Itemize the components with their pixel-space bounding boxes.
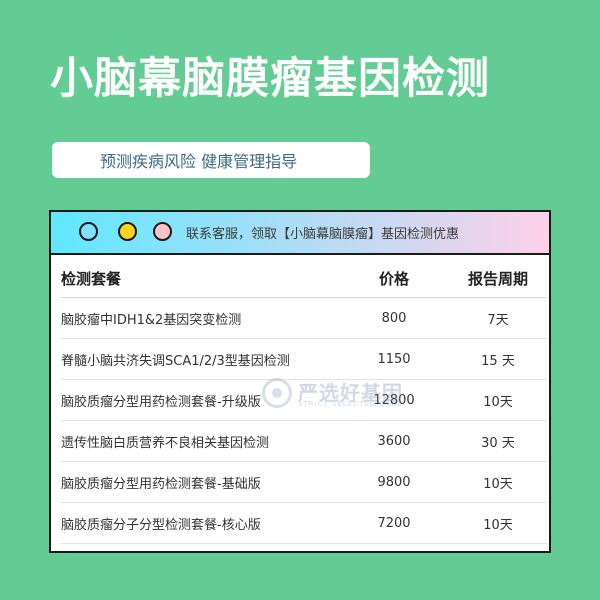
package-period: 15 天 <box>481 353 515 369</box>
package-period: 10天 <box>483 476 513 492</box>
package-name: 脑胶质瘤分型用药检测套餐-升级版 <box>61 394 261 410</box>
package-price: 1150 <box>377 351 411 367</box>
package-period: 10天 <box>483 517 513 533</box>
header-package: 检测套餐 <box>61 269 122 288</box>
subtitle-text: 预测疾病风险 健康管理指导 <box>100 152 298 171</box>
header-period: 报告周期 <box>467 269 528 288</box>
table-row: 遗传性脑白质营养不良相关基因检测 3600 30 天 <box>61 421 547 462</box>
table-row: 脑胶瘤中IDH1&2基因突变检测 800 7天 <box>61 298 547 339</box>
package-price: 3600 <box>377 433 411 449</box>
window-dot-pink-icon <box>153 222 172 241</box>
package-price: 9800 <box>377 474 411 490</box>
header-price: 价格 <box>378 269 409 288</box>
table-row: 脑胶质瘤分型用药检测套餐-升级版 12800 10天 <box>61 380 547 421</box>
package-price: 7200 <box>377 515 411 531</box>
package-price: 12800 <box>373 392 415 408</box>
package-period: 10天 <box>483 394 513 410</box>
page-title: 小脑幕脑膜瘤基因检测 <box>50 54 490 104</box>
package-period: 30 天 <box>481 435 515 451</box>
subtitle-pill: 预测疾病风险 健康管理指导 <box>52 142 370 178</box>
package-name: 遗传性脑白质营养不良相关基因检测 <box>61 435 270 451</box>
package-name: 脑胶瘤中IDH1&2基因突变检测 <box>61 312 242 328</box>
window-dot-cyan-icon <box>79 222 98 241</box>
package-period: 7天 <box>487 312 509 328</box>
price-table: 检测套餐 价格 报告周期 脑胶瘤中IDH1&2基因突变检测 800 7天 脊髓小… <box>61 259 547 544</box>
price-window: 联系客服，领取【小脑幕脑膜瘤】基因检测优惠 检测套餐 价格 报告周期 脑胶瘤中I… <box>49 210 551 553</box>
package-name: 脊髓小脑共济失调SCA1/2/3型基因检测 <box>61 353 290 369</box>
table-header-row: 检测套餐 价格 报告周期 <box>61 259 547 298</box>
window-titlebar: 联系客服，领取【小脑幕脑膜瘤】基因检测优惠 <box>51 212 549 255</box>
package-name: 脑胶质瘤分型用药检测套餐-基础版 <box>61 476 261 492</box>
package-name: 脑胶质瘤分子分型检测套餐-核心版 <box>61 517 261 533</box>
table-row: 脑胶质瘤分子分型检测套餐-核心版 7200 10天 <box>61 503 547 544</box>
contact-service-text: 联系客服，领取【小脑幕脑膜瘤】基因检测优惠 <box>186 227 460 242</box>
table-row: 脑胶质瘤分型用药检测套餐-基础版 9800 10天 <box>61 462 547 503</box>
table-row: 脊髓小脑共济失调SCA1/2/3型基因检测 1150 15 天 <box>61 339 547 380</box>
package-price: 800 <box>381 310 407 326</box>
window-dot-yellow-icon <box>118 222 137 241</box>
